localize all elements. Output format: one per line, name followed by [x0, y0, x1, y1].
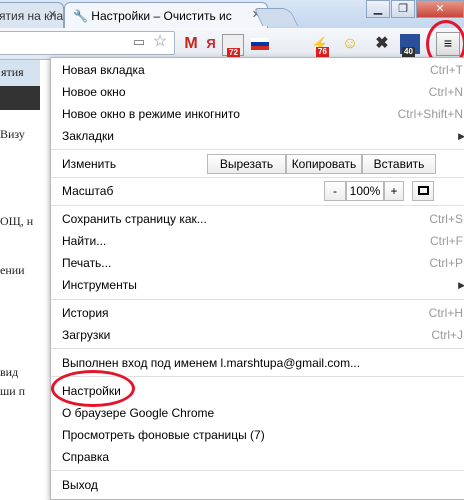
- menu-item-label: Найти...: [62, 234, 107, 248]
- window-close-button[interactable]: ✕: [416, 0, 464, 18]
- menu-item-incognito[interactable]: Новое окно в режиме инкогнито Ctrl+Shift…: [62, 103, 463, 125]
- page-text: ении: [0, 263, 25, 277]
- zoom-in-button[interactable]: +: [384, 181, 404, 201]
- menu-item-label: Сохранить страницу как...: [62, 212, 207, 226]
- menu-item-downloads[interactable]: Загрузки Ctrl+J: [62, 324, 463, 346]
- page-text: вид: [0, 365, 19, 379]
- menu-item-label: О браузере Google Chrome: [62, 406, 215, 420]
- menu-item-label: Просмотреть фоновые страницы (7): [62, 428, 265, 442]
- menu-item-history[interactable]: История Ctrl+H: [62, 302, 463, 324]
- shortcut-label: Ctrl+H: [428, 306, 463, 320]
- menu-item-label: Инструменты: [62, 278, 137, 292]
- shortcut-label: Ctrl+N: [428, 85, 463, 99]
- menu-separator: [51, 470, 464, 471]
- menu-item-zoom: Масштаб - 100% +: [62, 180, 457, 202]
- gmail-icon[interactable]: M: [181, 34, 201, 54]
- menu-item-about[interactable]: О браузере Google Chrome: [62, 402, 457, 424]
- shortcut-label: Ctrl+J: [431, 328, 463, 342]
- speed-badge-count: 40: [402, 47, 415, 57]
- menu-item-label: Изменить: [62, 157, 117, 171]
- zoom-out-button[interactable]: -: [324, 181, 346, 201]
- shortcut-label: Ctrl+S: [429, 212, 463, 226]
- menu-item-label: История: [62, 306, 109, 320]
- cut-button[interactable]: Вырезать: [207, 154, 286, 174]
- readability-icon[interactable]: ⚡ 76: [310, 34, 330, 57]
- menu-item-new-tab[interactable]: Новая вкладка Ctrl+T: [62, 59, 463, 81]
- yandex-icon[interactable]: Я: [201, 34, 221, 54]
- menu-item-label: Выполнен вход под именем l.marshtupa@gma…: [62, 356, 361, 370]
- readability-badge-count: 76: [316, 47, 329, 57]
- menu-item-print[interactable]: Печать... Ctrl+P: [62, 252, 463, 274]
- menu-item-new-window[interactable]: Новое окно Ctrl+N: [62, 81, 463, 103]
- flag-icon[interactable]: [250, 34, 270, 54]
- menu-item-label: Новая вкладка: [62, 63, 145, 77]
- page-icon[interactable]: ▭: [129, 32, 149, 52]
- paste-button[interactable]: Вставить: [362, 154, 436, 174]
- menu-separator: [51, 177, 464, 178]
- maximize-button[interactable]: ❐: [391, 0, 415, 18]
- menu-item-label: Справка: [62, 450, 110, 464]
- page-text: ятия: [1, 65, 24, 79]
- speed-badge-icon[interactable]: 40: [400, 34, 420, 57]
- copy-button[interactable]: Копировать: [286, 154, 362, 174]
- page-dark-bar: [0, 86, 40, 110]
- mail-badge-icon[interactable]: 72: [222, 34, 244, 58]
- menu-item-label: Новое окно в режиме инкогнито: [62, 107, 240, 121]
- submenu-arrow-icon: ▶: [458, 280, 464, 290]
- tab-title: Настройки – Очистить ис: [91, 9, 232, 23]
- shortcut-label: Ctrl+P: [429, 256, 463, 270]
- menu-item-edit: Изменить Вырезать Копировать Вставить: [62, 153, 457, 175]
- page-text: ОЩ, н: [0, 214, 34, 228]
- menu-item-exit[interactable]: Выход: [62, 474, 457, 496]
- menu-item-label: Масштаб: [62, 184, 114, 198]
- menu-item-tools[interactable]: Инструменты ▶: [62, 274, 464, 296]
- zoom-level: 100%: [346, 181, 384, 201]
- wrench-icon: 🔧: [73, 9, 88, 23]
- menu-item-label: Закладки: [62, 129, 114, 143]
- page-text: Визу: [0, 127, 25, 141]
- x-icon[interactable]: ✖: [372, 34, 392, 54]
- menu-item-bookmarks[interactable]: Закладки ▶: [62, 125, 464, 147]
- new-tab-button[interactable]: [253, 8, 299, 26]
- minimize-button[interactable]: ▁: [366, 0, 390, 18]
- menu-item-find[interactable]: Найти... Ctrl+F: [62, 230, 463, 252]
- tab-background[interactable]: ятия на клавиатуре - мобилизован ✕: [0, 2, 64, 28]
- star-icon[interactable]: ☆: [150, 32, 170, 52]
- shortcut-label: Ctrl+T: [430, 63, 463, 77]
- close-tab-icon[interactable]: ✕: [48, 8, 57, 21]
- menu-item-background-pages[interactable]: Просмотреть фоновые страницы (7): [62, 424, 457, 446]
- menu-item-label: Новое окно: [62, 85, 126, 99]
- page-text: ши п: [0, 384, 26, 398]
- menu-separator: [51, 299, 464, 300]
- menu-separator: [51, 348, 464, 349]
- toolbar: ▭ ☆ M Я 72 ⚡ 76 ☺ ✖ 40 ≡: [0, 28, 464, 60]
- menu-item-label: Печать...: [62, 256, 112, 270]
- menu-item-label: Загрузки: [62, 328, 111, 342]
- shortcut-label: Ctrl+Shift+N: [397, 107, 463, 121]
- smile-icon[interactable]: ☺: [340, 34, 360, 54]
- menu-item-help[interactable]: Справка: [62, 446, 457, 468]
- menu-item-label: Выход: [62, 478, 98, 492]
- settings-highlight-circle: [51, 370, 135, 407]
- title-bar: ятия на клавиатуре - мобилизован ✕ 🔧 Нас…: [0, 0, 464, 28]
- tab-settings[interactable]: 🔧 Настройки – Очистить ис ✕: [64, 2, 268, 28]
- submenu-arrow-icon: ▶: [458, 131, 464, 141]
- chrome-menu: Новая вкладка Ctrl+T Новое окно Ctrl+N Н…: [50, 57, 464, 500]
- menu-separator: [51, 149, 464, 150]
- shortcut-label: Ctrl+F: [430, 234, 463, 248]
- menu-separator: [51, 205, 464, 206]
- menu-item-save-page[interactable]: Сохранить страницу как... Ctrl+S: [62, 208, 463, 230]
- fullscreen-icon[interactable]: [412, 181, 434, 201]
- menu-item-signed-in[interactable]: Выполнен вход под именем l.marshtupa@gma…: [62, 352, 457, 374]
